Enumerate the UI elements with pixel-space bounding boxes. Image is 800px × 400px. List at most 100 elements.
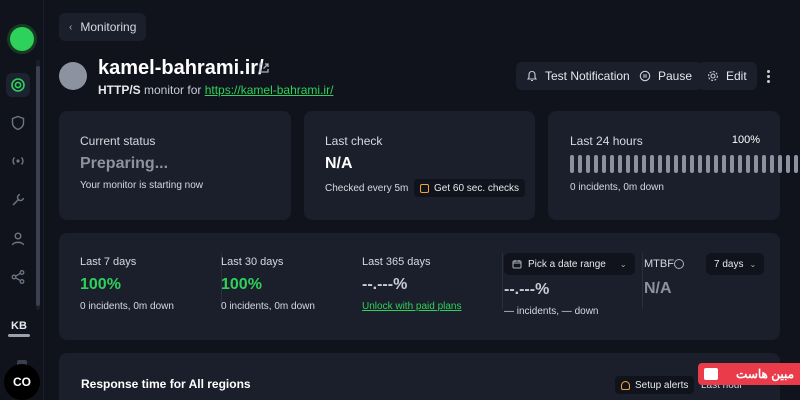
broadcast-icon[interactable] [9,152,27,170]
edit-button[interactable]: Edit [697,62,757,90]
mtbf-range-label: 7 days [714,258,744,270]
divider [502,253,503,309]
uptime-bar [786,155,790,173]
last-24h-label: Last 24 hours [570,134,643,148]
gift-icon [420,183,429,193]
last-30-days-label: Last 30 days [221,256,284,268]
monitor-title: kamel-bahrami.ir/ [98,57,264,79]
last-check-label: Last check [325,134,383,148]
setup-alerts-label: Setup alerts [635,379,689,391]
watermark-text: مبین هاست [736,367,794,381]
mtbf-range-select[interactable]: 7 days ⌄ [706,253,765,275]
unlock-paid-plans-link[interactable]: Unlock with paid plans [362,301,462,312]
more-options-icon[interactable] [762,66,774,86]
last-24h-percent: 100% [731,134,760,146]
edit-label: Edit [726,69,747,83]
uptime-bar [586,155,590,173]
uptime-bar [650,155,654,173]
monitor-for-text: monitor for [140,83,205,97]
monitor-subtitle: HTTP/S monitor for https://kamel-bahrami… [98,83,333,97]
monitor-status-avatar [59,62,87,90]
uptime-bar [658,155,662,173]
last-24h-card: Last 24 hours 100% 0 incidents, 0m down [548,111,798,220]
test-notification-label: Test Notification [545,69,630,83]
uptime-bar [690,155,694,173]
pause-label: Pause [658,69,693,83]
external-link-icon[interactable] [257,61,271,75]
current-status-detail: Your monitor is starting now [80,180,204,191]
current-status-label: Current status [80,134,156,148]
info-icon[interactable] [674,259,684,269]
uptime-bar [610,155,614,173]
shield-icon[interactable] [9,114,27,132]
uptime-bar [682,155,686,173]
last-7-days-value: 100% [80,276,121,293]
date-range-picker[interactable]: Pick a date range ⌄ [504,253,635,275]
chevron-down-icon: ⌄ [619,259,627,269]
upgrade-checks-badge[interactable]: Get 60 sec. checks [414,179,526,197]
uptime-bar [746,155,750,173]
uptime-bar [770,155,774,173]
setup-alerts-button[interactable]: Setup alerts [615,376,695,394]
watermark-banner: مبین هاست [698,363,800,385]
uptime-bar [578,155,582,173]
date-range-label: Pick a date range [528,258,606,270]
calendar-icon [512,260,522,269]
uptime-summary-card: Last 7 days 100% 0 incidents, 0m down La… [59,233,780,340]
last-24h-detail: 0 incidents, 0m down [570,182,664,193]
bell-icon [621,380,630,390]
current-status-card: Current status Preparing... Your monitor… [59,111,291,220]
chat-widget-button[interactable]: CO [4,364,40,400]
response-time-title: Response time for All regions [81,377,251,391]
upgrade-checks-label: Get 60 sec. checks [434,182,520,194]
user-avatar[interactable]: KB [6,316,32,336]
share-icon[interactable] [9,268,27,286]
uptime-bar [778,155,782,173]
chevron-down-icon: ⌄ [749,259,757,269]
breadcrumb-monitoring[interactable]: ‹ Monitoring [59,13,147,41]
uptime-bar [754,155,758,173]
mtbf-label: MTBF [644,258,674,270]
last-check-card: Last check N/A Checked every 5m Get 60 s… [304,111,535,220]
monitor-type: HTTP/S [98,83,141,97]
chevron-left-icon: ‹ [69,21,73,33]
sidebar-scrollbar-thumb[interactable] [36,66,40,306]
brand-logo[interactable] [10,27,34,51]
uptime-bar [722,155,726,173]
main-content: ‹ Monitoring kamel-bahrami.ir/ HTTP/S mo… [44,0,800,400]
uptime-bar [698,155,702,173]
last-check-value: N/A [325,155,353,172]
truck-icon [704,368,718,380]
breadcrumb-label: Monitoring [80,20,137,34]
uptime-bar [706,155,710,173]
user-avatar-indicator [8,334,30,337]
pause-button[interactable]: Pause [629,62,703,90]
current-status-value: Preparing... [80,155,169,172]
monitor-icon[interactable] [9,76,27,94]
monitor-url-link[interactable]: https://kamel-bahrami.ir/ [205,83,334,97]
pause-icon [639,70,651,82]
sidebar: KB [0,0,44,400]
custom-range-detail: — incidents, — down [504,306,599,317]
uptime-bar [594,155,598,173]
uptime-bars [570,155,798,173]
bell-icon [526,70,538,82]
check-interval-text: Checked every 5m [325,183,409,194]
uptime-bar [730,155,734,173]
uptime-bar [762,155,766,173]
gear-icon [708,71,718,81]
uptime-bar [626,155,630,173]
last-7-days-detail: 0 incidents, 0m down [80,301,174,312]
uptime-bar [602,155,606,173]
mtbf-value: N/A [644,280,672,297]
uptime-bar [794,155,798,173]
uptime-bar [666,155,670,173]
last-30-days-detail: 0 incidents, 0m down [221,301,315,312]
uptime-bar [618,155,622,173]
test-notification-button[interactable]: Test Notification [516,62,640,90]
wrench-icon[interactable] [9,191,27,209]
user-icon[interactable] [9,230,27,248]
divider [642,253,643,309]
uptime-bar [634,155,638,173]
custom-range-value: --.---% [504,281,550,298]
